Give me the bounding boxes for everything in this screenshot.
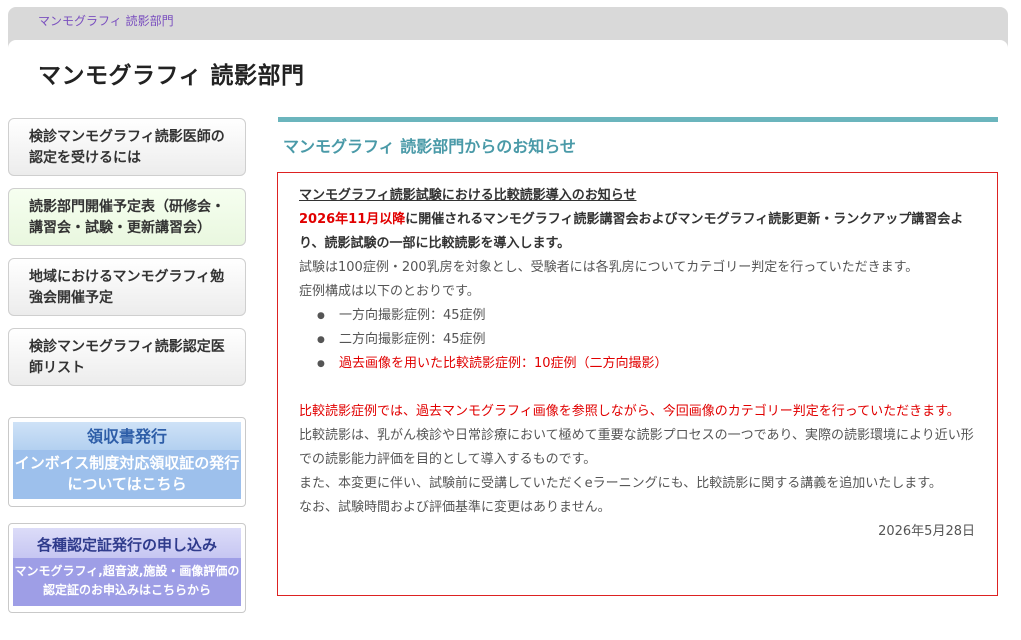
certificate-banner[interactable]: 各種認定証発行の申し込み マンモグラフィ,超音波,施設・画像評価の認定証のお申込… [8,523,246,613]
notice-paragraph: 試験は100症例・200乳房を対象とし、受験者には各乳房についてカテゴリー判定を… [299,260,919,275]
sidebar-item-label: 検診マンモグラフィ読影医師の認定を受けるには [29,129,225,166]
receipt-banner-body: インボイス制度対応領収証の発行についてはこちら [13,450,241,499]
sidebar-item-label: 検診マンモグラフィ読影認定医師リスト [29,339,225,376]
notice-red-paragraph: 比較読影症例では、過去マンモグラフィ画像を参照しながら、今回画像のカテゴリー判定… [299,404,960,419]
sidebar-item-physician-list[interactable]: 検診マンモグラフィ読影認定医師リスト [8,328,246,386]
sidebar-item-label: 読影部門開催予定表（研修会・講習会・試験・更新講習会） [29,199,225,236]
receipt-banner[interactable]: 領収書発行 インボイス制度対応領収証の発行についてはこちら [8,417,246,507]
notice-lead: 2026年11月以降に開催されるマンモグラフィ読影講習会およびマンモグラフィ読影… [299,208,975,256]
notice-lead-date: 2026年11月以降 [299,212,406,227]
notice-date: 2026年5月28日 [878,524,975,539]
sidebar-item-regional-study[interactable]: 地域におけるマンモグラフィ勉強会開催予定 [8,258,246,316]
notice-paragraph: 症例構成は以下のとおりです。 [299,284,480,299]
list-item: 二方向撮影症例：45症例 [317,328,975,352]
notice-title-link[interactable]: マンモグラフィ読影試験における比較読影導入のお知らせ [299,188,636,203]
sidebar-item-certification[interactable]: 検診マンモグラフィ読影医師の認定を受けるには [8,118,246,176]
sidebar-item-schedule[interactable]: 読影部門開催予定表（研修会・講習会・試験・更新講習会） [8,188,246,246]
receipt-banner-title: 領収書発行 [13,422,241,450]
heading-accent-bar [278,117,998,122]
notice-paragraph: 比較読影は、乳がん検診や日常診療において極めて重要な読影プロセスの一つであり、実… [299,428,974,467]
list-item: 一方向撮影症例：45症例 [317,304,975,328]
notice-box: マンモグラフィ読影試験における比較読影導入のお知らせ 2026年11月以降に開催… [277,172,998,596]
case-list: 一方向撮影症例：45症例 二方向撮影症例：45症例 過去画像を用いた比較読影症例… [299,304,975,376]
page-title: マンモグラフィ 読影部門 [38,63,305,89]
notice-paragraph: なお、試験時間および評価基準に変更はありません。 [299,500,611,515]
notice-paragraph: また、本変更に伴い、試験前に受講していただくeラーニングにも、比較読影に関する講… [299,476,942,491]
section-heading: マンモグラフィ 読影部門からのお知らせ [283,137,576,156]
sidebar-item-label: 地域におけるマンモグラフィ勉強会開催予定 [29,269,225,306]
list-item: 過去画像を用いた比較読影症例：10症例（二方向撮影） [317,352,975,376]
breadcrumb[interactable]: マンモグラフィ 読影部門 [38,12,174,29]
certificate-banner-title: 各種認定証発行の申し込み [13,528,241,558]
